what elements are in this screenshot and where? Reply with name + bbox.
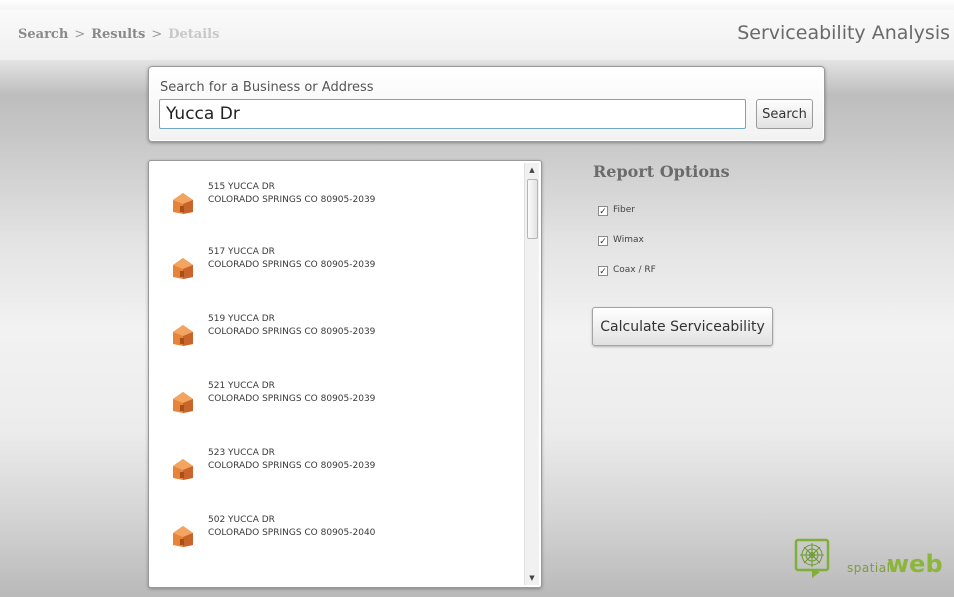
address-line2: COLORADO SPRINGS CO 80905-2039: [208, 461, 376, 471]
checkbox-fiber[interactable]: ✓: [598, 206, 608, 217]
list-item[interactable]: 517 YUCCA DR COLORADO SPRINGS CO 80905-20…: [149, 246, 519, 296]
address-line1: 517 YUCCA DR: [208, 247, 275, 257]
calculate-serviceability-button[interactable]: Calculate Serviceability: [592, 307, 773, 346]
scroll-thumb[interactable]: [527, 179, 538, 239]
brand-web: web: [887, 550, 943, 578]
house-icon: [173, 193, 193, 214]
option-coax-rf[interactable]: ✓ Coax / RF: [598, 265, 656, 277]
option-label: Coax / RF: [613, 265, 656, 275]
breadcrumb-separator: >: [151, 27, 163, 42]
search-panel: Search for a Business or Address Search: [148, 66, 825, 142]
house-icon: [173, 392, 193, 413]
web-logo-icon: [794, 538, 830, 578]
breadcrumb-details: Details: [168, 27, 220, 42]
address-line1: 502 YUCCA DR: [208, 515, 275, 525]
address-line2: COLORADO SPRINGS CO 80905-2039: [208, 195, 376, 205]
app-title: Serviceability Analysis: [737, 22, 950, 44]
report-options-title: Report Options: [593, 162, 730, 181]
scroll-up-arrow-icon[interactable]: ▲: [525, 163, 539, 177]
list-item[interactable]: 521 YUCCA DR COLORADO SPRINGS CO 80905-20…: [149, 380, 519, 430]
checkbox-coax-rf[interactable]: ✓: [598, 266, 608, 277]
breadcrumb-results[interactable]: Results: [91, 27, 145, 42]
list-item[interactable]: 502 YUCCA DR COLORADO SPRINGS CO 80905-20…: [149, 514, 519, 564]
address-line1: 519 YUCCA DR: [208, 314, 275, 324]
address-line2: COLORADO SPRINGS CO 80905-2040: [208, 528, 376, 538]
checkbox-wimax[interactable]: ✓: [598, 236, 608, 247]
address-line1: 523 YUCCA DR: [208, 448, 275, 458]
scroll-down-arrow-icon[interactable]: ▼: [525, 571, 539, 585]
brand-spatial: spatial: [847, 561, 891, 575]
address-line1: 515 YUCCA DR: [208, 182, 275, 192]
address-line1: 521 YUCCA DR: [208, 381, 275, 391]
address-line2: COLORADO SPRINGS CO 80905-2039: [208, 327, 376, 337]
option-fiber[interactable]: ✓ Fiber: [598, 205, 635, 217]
option-wimax[interactable]: ✓ Wimax: [598, 235, 644, 247]
option-label: Fiber: [613, 205, 635, 215]
results-list: 515 YUCCA DR COLORADO SPRINGS CO 80905-20…: [148, 160, 542, 588]
house-icon: [173, 258, 193, 279]
breadcrumb-separator: >: [74, 27, 86, 42]
address-line2: COLORADO SPRINGS CO 80905-2039: [208, 260, 376, 270]
search-label: Search for a Business or Address: [160, 80, 374, 95]
address-line2: COLORADO SPRINGS CO 80905-2039: [208, 394, 376, 404]
list-item[interactable]: 523 YUCCA DR COLORADO SPRINGS CO 80905-20…: [149, 447, 519, 497]
scrollbar[interactable]: ▲ ▼: [524, 163, 539, 585]
breadcrumb: Search > Results > Details: [18, 27, 219, 42]
list-item[interactable]: 515 YUCCA DR COLORADO SPRINGS CO 80905-20…: [149, 181, 519, 231]
house-icon: [173, 325, 193, 346]
search-input[interactable]: [159, 99, 746, 129]
breadcrumb-search[interactable]: Search: [18, 27, 68, 42]
house-icon: [173, 459, 193, 480]
search-button[interactable]: Search: [756, 99, 813, 129]
list-item[interactable]: 519 YUCCA DR COLORADO SPRINGS CO 80905-20…: [149, 313, 519, 363]
brand-logo: spatial web: [790, 536, 950, 582]
house-icon: [173, 526, 193, 547]
option-label: Wimax: [613, 235, 644, 245]
